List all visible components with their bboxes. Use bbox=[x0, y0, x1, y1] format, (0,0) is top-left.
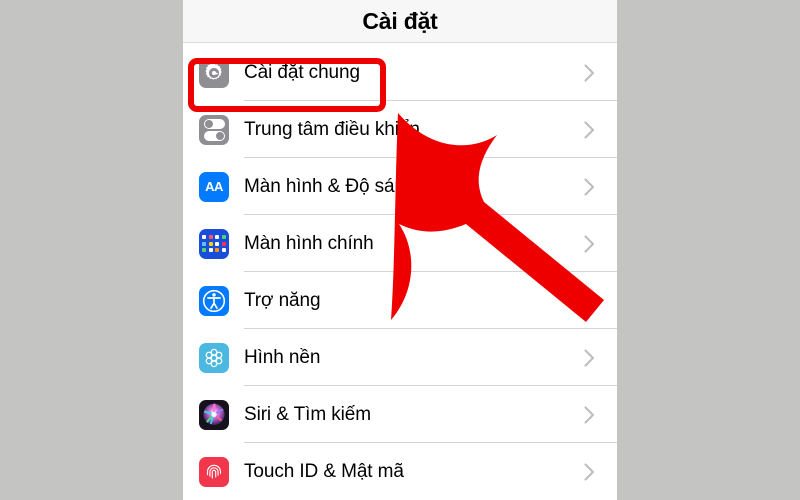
chevron-right-icon bbox=[584, 120, 595, 139]
settings-row-label: Siri & Tìm kiếm bbox=[244, 403, 371, 425]
settings-row-accessibility[interactable]: Trợ năng bbox=[183, 272, 617, 329]
phone-screen: Cài đặt Cài đặt chung Trung tâm điều khi… bbox=[183, 0, 617, 500]
accessibility-icon bbox=[199, 285, 229, 316]
aa-glyph: AA bbox=[205, 179, 223, 194]
chevron-right-icon bbox=[584, 462, 595, 481]
page-title: Cài đặt bbox=[362, 7, 438, 34]
settings-row-home-screen[interactable]: Màn hình chính bbox=[183, 215, 617, 272]
fingerprint-icon bbox=[199, 456, 229, 487]
wallpaper-flower-icon bbox=[199, 342, 229, 373]
chevron-right-icon bbox=[584, 291, 595, 310]
settings-row-display-brightness[interactable]: AA Màn hình & Độ sáng bbox=[183, 158, 617, 215]
settings-row-general[interactable]: Cài đặt chung bbox=[183, 44, 617, 101]
settings-row-label: Màn hình & Độ sáng bbox=[244, 175, 416, 197]
settings-row-label: Hình nền bbox=[244, 346, 321, 368]
chevron-right-icon bbox=[584, 177, 595, 196]
siri-orb-icon bbox=[199, 399, 229, 430]
chevron-right-icon bbox=[584, 234, 595, 253]
settings-row-label: Màn hình chính bbox=[244, 232, 374, 254]
settings-list: Cài đặt chung Trung tâm điều khiển AA Mà… bbox=[183, 44, 617, 500]
settings-row-label: Cài đặt chung bbox=[244, 61, 360, 83]
display-brightness-aa-icon: AA bbox=[199, 171, 229, 202]
navigation-header: Cài đặt bbox=[183, 0, 617, 43]
settings-row-control-center[interactable]: Trung tâm điều khiển bbox=[183, 101, 617, 158]
chevron-right-icon bbox=[584, 348, 595, 367]
chevron-right-icon bbox=[584, 63, 595, 82]
settings-row-label: Touch ID & Mật mã bbox=[244, 460, 404, 482]
settings-row-wallpaper[interactable]: Hình nền bbox=[183, 329, 617, 386]
settings-row-touch-id[interactable]: Touch ID & Mật mã bbox=[183, 443, 617, 500]
home-screen-dot-grid bbox=[202, 235, 226, 252]
gear-icon bbox=[199, 57, 229, 88]
control-center-toggles-icon bbox=[199, 114, 229, 145]
chevron-right-icon bbox=[584, 405, 595, 424]
settings-row-label: Trung tâm điều khiển bbox=[244, 118, 420, 140]
home-screen-grid-icon bbox=[199, 228, 229, 259]
settings-row-siri-search[interactable]: Siri & Tìm kiếm bbox=[183, 386, 617, 443]
settings-row-label: Trợ năng bbox=[244, 289, 321, 311]
